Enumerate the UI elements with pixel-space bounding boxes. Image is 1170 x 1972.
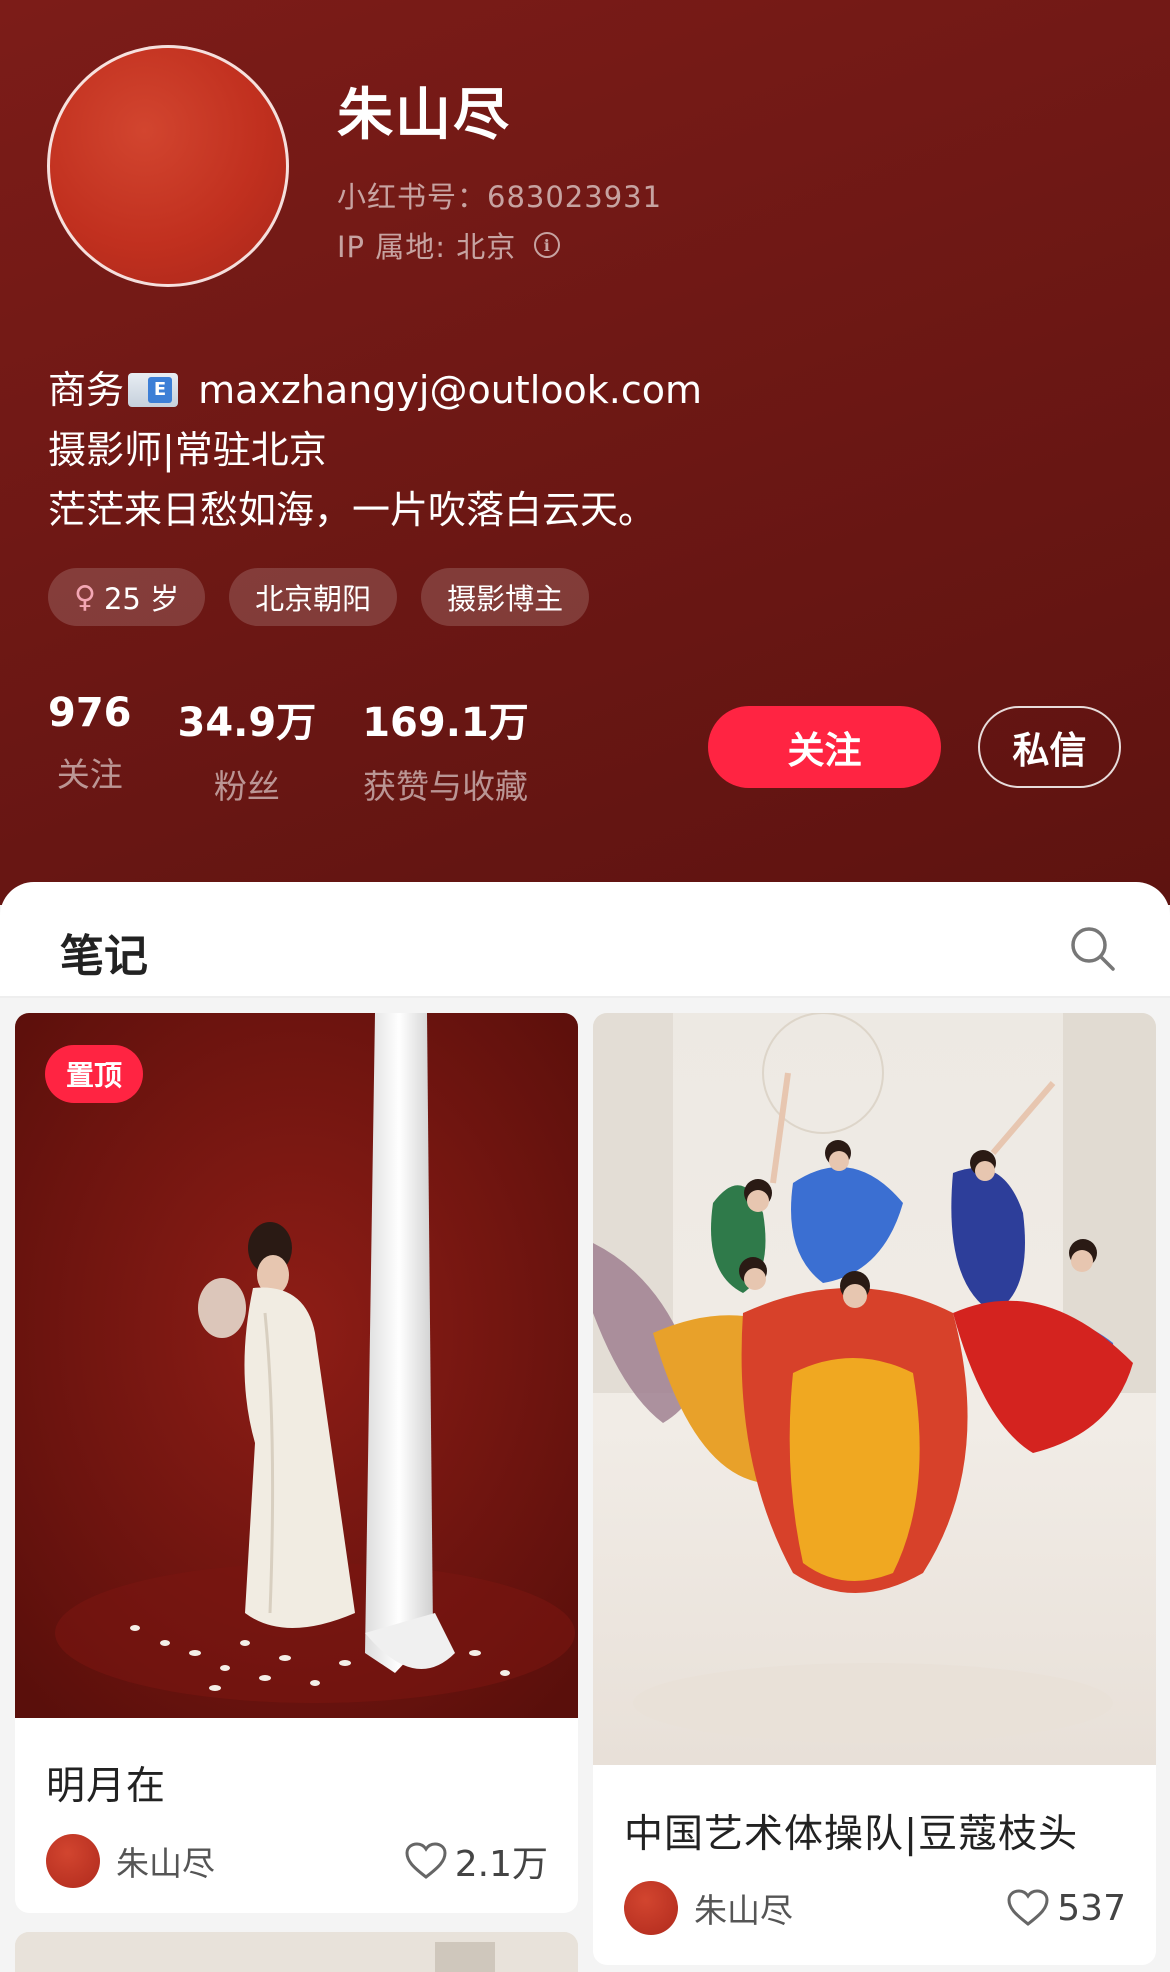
notes-tab-bar: 笔记 [0, 882, 1170, 998]
profile-avatar[interactable] [47, 45, 289, 287]
female-icon: ♀ [74, 579, 96, 615]
stat-following-value: 976 [48, 690, 132, 736]
stat-followers[interactable]: 34.9万 粉丝 [178, 690, 317, 808]
like-count[interactable]: 537 [1007, 1888, 1126, 1929]
note-cover-image [593, 1013, 1156, 1765]
stat-following[interactable]: 976 关注 [48, 690, 132, 808]
bio-line-quote: 茫茫来日愁如海，一片吹落白云天。 [48, 488, 657, 532]
note-footer: 朱山尽 537 [624, 1880, 1126, 1936]
bio-line-business: 商务 E maxzhangyj@outlook.com [48, 360, 702, 420]
author-name[interactable]: 朱山尽 [694, 1884, 1007, 1932]
note-title: 明月在 [46, 1764, 167, 1809]
search-icon[interactable] [1068, 924, 1118, 974]
email-icon-letter: E [148, 377, 173, 403]
heart-icon[interactable] [405, 1842, 447, 1880]
author-name[interactable]: 朱山尽 [116, 1837, 405, 1885]
like-count[interactable]: 2.1万 [405, 1835, 548, 1887]
note-footer: 朱山尽 2.1万 [46, 1833, 548, 1889]
author-avatar[interactable] [46, 1834, 100, 1888]
note-card[interactable] [15, 1932, 578, 1972]
profile-tags: ♀ 25 岁 北京朝阳 摄影博主 [48, 568, 590, 626]
email-icon: E [128, 373, 179, 407]
stat-likes-label: 获赞与收藏 [362, 767, 528, 806]
tag-category: 摄影博主 [421, 568, 590, 626]
info-icon[interactable]: i [534, 232, 561, 258]
profile-header: 朱山尽 小红书号：683023931 IP 属地: 北京 i 商务 E maxzh… [0, 0, 1170, 905]
heart-icon[interactable] [1007, 1889, 1049, 1927]
bio-business-label: 商务 [48, 368, 125, 412]
profile-stats: 976 关注 34.9万 粉丝 169.1万 获赞与收藏 [48, 690, 575, 808]
bio-email: maxzhangyj@outlook.com [198, 368, 702, 412]
pinned-badge: 置顶 [45, 1045, 143, 1103]
bio-line-job: 摄影师|常驻北京 [48, 428, 327, 472]
tag-age: ♀ 25 岁 [48, 568, 206, 626]
note-card[interactable]: 中国艺术体操队|豆蔻枝头 朱山尽 537 [593, 1013, 1156, 1965]
follow-button[interactable]: 关注 [708, 706, 941, 788]
profile-id[interactable]: 小红书号：683023931 [337, 174, 662, 216]
message-button[interactable]: 私信 [978, 706, 1121, 788]
ip-location: IP 属地: 北京 i [337, 224, 561, 266]
tab-notes[interactable]: 笔记 [60, 920, 148, 984]
tag-age-label: 25 岁 [103, 582, 180, 616]
tag-location: 北京朝阳 [229, 568, 398, 626]
ip-location-text: IP 属地: 北京 [337, 230, 517, 264]
stat-likes[interactable]: 169.1万 获赞与收藏 [362, 690, 529, 808]
stat-followers-value: 34.9万 [177, 700, 317, 746]
author-avatar[interactable] [624, 1881, 678, 1935]
note-cover-image [15, 1013, 578, 1718]
note-card[interactable]: 置顶 明月在 朱山尽 2.1万 [15, 1013, 578, 1913]
profile-bio: 商务 E maxzhangyj@outlook.com 摄影师|常驻北京 茫茫来日… [48, 360, 702, 540]
like-count-value: 2.1万 [454, 1844, 548, 1885]
stat-followers-label: 粉丝 [213, 767, 280, 806]
stat-likes-value: 169.1万 [362, 700, 529, 746]
profile-name: 朱山尽 [337, 83, 511, 148]
like-count-value: 537 [1057, 1887, 1126, 1929]
note-cover-image [15, 1932, 578, 1972]
stat-following-label: 关注 [56, 755, 123, 794]
note-title: 中国艺术体操队|豆蔻枝头 [624, 1812, 1079, 1857]
